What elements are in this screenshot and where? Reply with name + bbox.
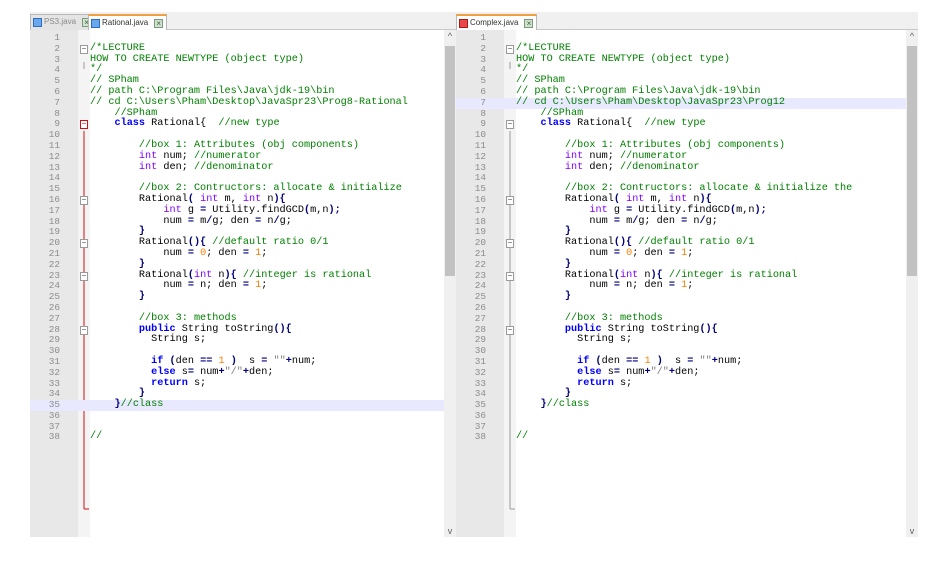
fold-toggle-icon[interactable]: − <box>506 44 514 54</box>
tab-bar-right: Complex.java × <box>456 12 918 30</box>
line-number: 12 <box>48 150 60 162</box>
fold-toggle-icon[interactable]: − <box>80 120 88 130</box>
code-text: // <box>90 431 103 443</box>
code-text: } <box>138 291 146 303</box>
code-text: }//class <box>114 399 164 411</box>
tab-ps3-java[interactable]: PS3.java × <box>30 14 96 30</box>
code-line[interactable]: 13 int den; //denominator <box>456 161 906 174</box>
scroll-up-icon[interactable]: ^ <box>906 30 918 42</box>
code-text: String s; <box>90 334 207 346</box>
editor-pane-right: Complex.java × 1 2−/*LECTURE 3 HOW TO CREAT… <box>456 12 918 537</box>
line-number: 32 <box>48 366 60 378</box>
code-editor-right[interactable]: 1 2−/*LECTURE 3 HOW TO CREATE NEWTYPE (obje… <box>456 30 918 537</box>
line-number: 17 <box>48 204 60 216</box>
line-number: 27 <box>48 312 60 324</box>
code-line[interactable]: 13 int den; //denominator <box>30 161 444 174</box>
tab-label: PS3.java <box>44 17 77 26</box>
code-line[interactable]: 35 }//class <box>30 399 444 411</box>
code-lines: 1 2−/*LECTURE 3 HOW TO CREATE NEWTYPE (obje… <box>456 32 906 443</box>
code-line[interactable]: 25 } <box>456 291 906 303</box>
tab-label: Rational.java <box>102 18 149 27</box>
code-line[interactable]: 9− class Rational{ //new type <box>456 118 906 130</box>
fold-toggle-icon[interactable]: − <box>80 325 88 335</box>
fold-toggle-icon[interactable]: − <box>80 239 88 249</box>
scrollbar-thumb[interactable] <box>907 46 917 276</box>
line-number: 38 <box>474 431 486 443</box>
vertical-scrollbar[interactable]: ^ v <box>444 30 456 537</box>
code-line[interactable]: 38 // <box>30 432 444 443</box>
code-line[interactable]: 25 } <box>30 291 444 303</box>
tab-bar-left: PS3.java × Rational.java × <box>30 12 456 30</box>
line-number: 7 <box>480 96 486 108</box>
close-tab-icon[interactable]: × <box>154 19 164 28</box>
line-number: 2 <box>480 42 486 54</box>
fold-toggle-icon[interactable]: − <box>80 195 88 205</box>
code-text: class Rational{ //new type <box>114 118 280 130</box>
fold-toggle-icon[interactable]: − <box>506 120 514 130</box>
code-line[interactable]: 36 <box>30 410 444 422</box>
code-lines: 1 2−/*LECTURE 3 HOW TO CREATE NEWTYPE (obje… <box>30 32 444 443</box>
code-line[interactable]: 38 // <box>456 432 906 443</box>
code-line[interactable]: 36 <box>456 410 906 422</box>
scroll-down-icon[interactable]: v <box>906 525 918 537</box>
fold-toggle-icon[interactable]: − <box>506 325 514 335</box>
fold-toggle-icon[interactable]: − <box>506 195 514 205</box>
line-number: 27 <box>474 312 486 324</box>
fold-toggle-icon[interactable]: − <box>80 44 88 54</box>
vertical-scrollbar[interactable]: ^ v <box>906 30 918 537</box>
editor-pane-left: PS3.java × Rational.java × 1 2−/*LECTURE 3… <box>30 12 456 537</box>
code-line[interactable]: 29 String s; <box>456 334 906 346</box>
line-number: 7 <box>54 96 60 108</box>
line-number: 17 <box>474 204 486 216</box>
line-number: 22 <box>48 258 60 270</box>
fold-toggle-icon[interactable]: − <box>506 239 514 249</box>
code-line[interactable]: 9− class Rational{ //new type <box>30 118 444 130</box>
scroll-up-icon[interactable]: ^ <box>444 30 456 42</box>
java-file-icon <box>459 19 468 28</box>
code-line[interactable]: 29 String s; <box>30 334 444 346</box>
close-tab-icon[interactable]: × <box>524 19 534 28</box>
code-text: int den; //denominator <box>564 161 700 173</box>
code-line[interactable]: 35 }//class <box>456 399 906 411</box>
code-text: }//class <box>540 399 590 411</box>
tab-label: Complex.java <box>470 18 519 27</box>
line-number: 2 <box>54 42 60 54</box>
tab-rational-java[interactable]: Rational.java × <box>88 14 168 30</box>
code-editor-left[interactable]: 1 2−/*LECTURE 3 HOW TO CREATE NEWTYPE (obje… <box>30 30 456 537</box>
code-text: int den; //denominator <box>138 161 274 173</box>
tab-complex-java[interactable]: Complex.java × <box>456 14 538 30</box>
code-text: String s; <box>516 334 633 346</box>
code-text: HOW TO CREATE NEWTYPE (object type) <box>516 53 730 65</box>
code-text: class Rational{ //new type <box>540 118 706 130</box>
scrollbar-thumb[interactable] <box>445 46 455 276</box>
scroll-down-icon[interactable]: v <box>444 525 456 537</box>
fold-toggle-icon[interactable]: − <box>80 271 88 281</box>
code-text: // <box>516 431 529 443</box>
code-text: } <box>564 291 572 303</box>
line-number: 22 <box>474 258 486 270</box>
code-text: HOW TO CREATE NEWTYPE (object type) <box>90 53 304 65</box>
java-file-icon <box>91 19 100 28</box>
line-number: 12 <box>474 150 486 162</box>
fold-toggle-icon[interactable]: − <box>506 271 514 281</box>
line-number: 38 <box>48 431 60 443</box>
line-number: 32 <box>474 366 486 378</box>
java-file-icon <box>33 18 42 27</box>
